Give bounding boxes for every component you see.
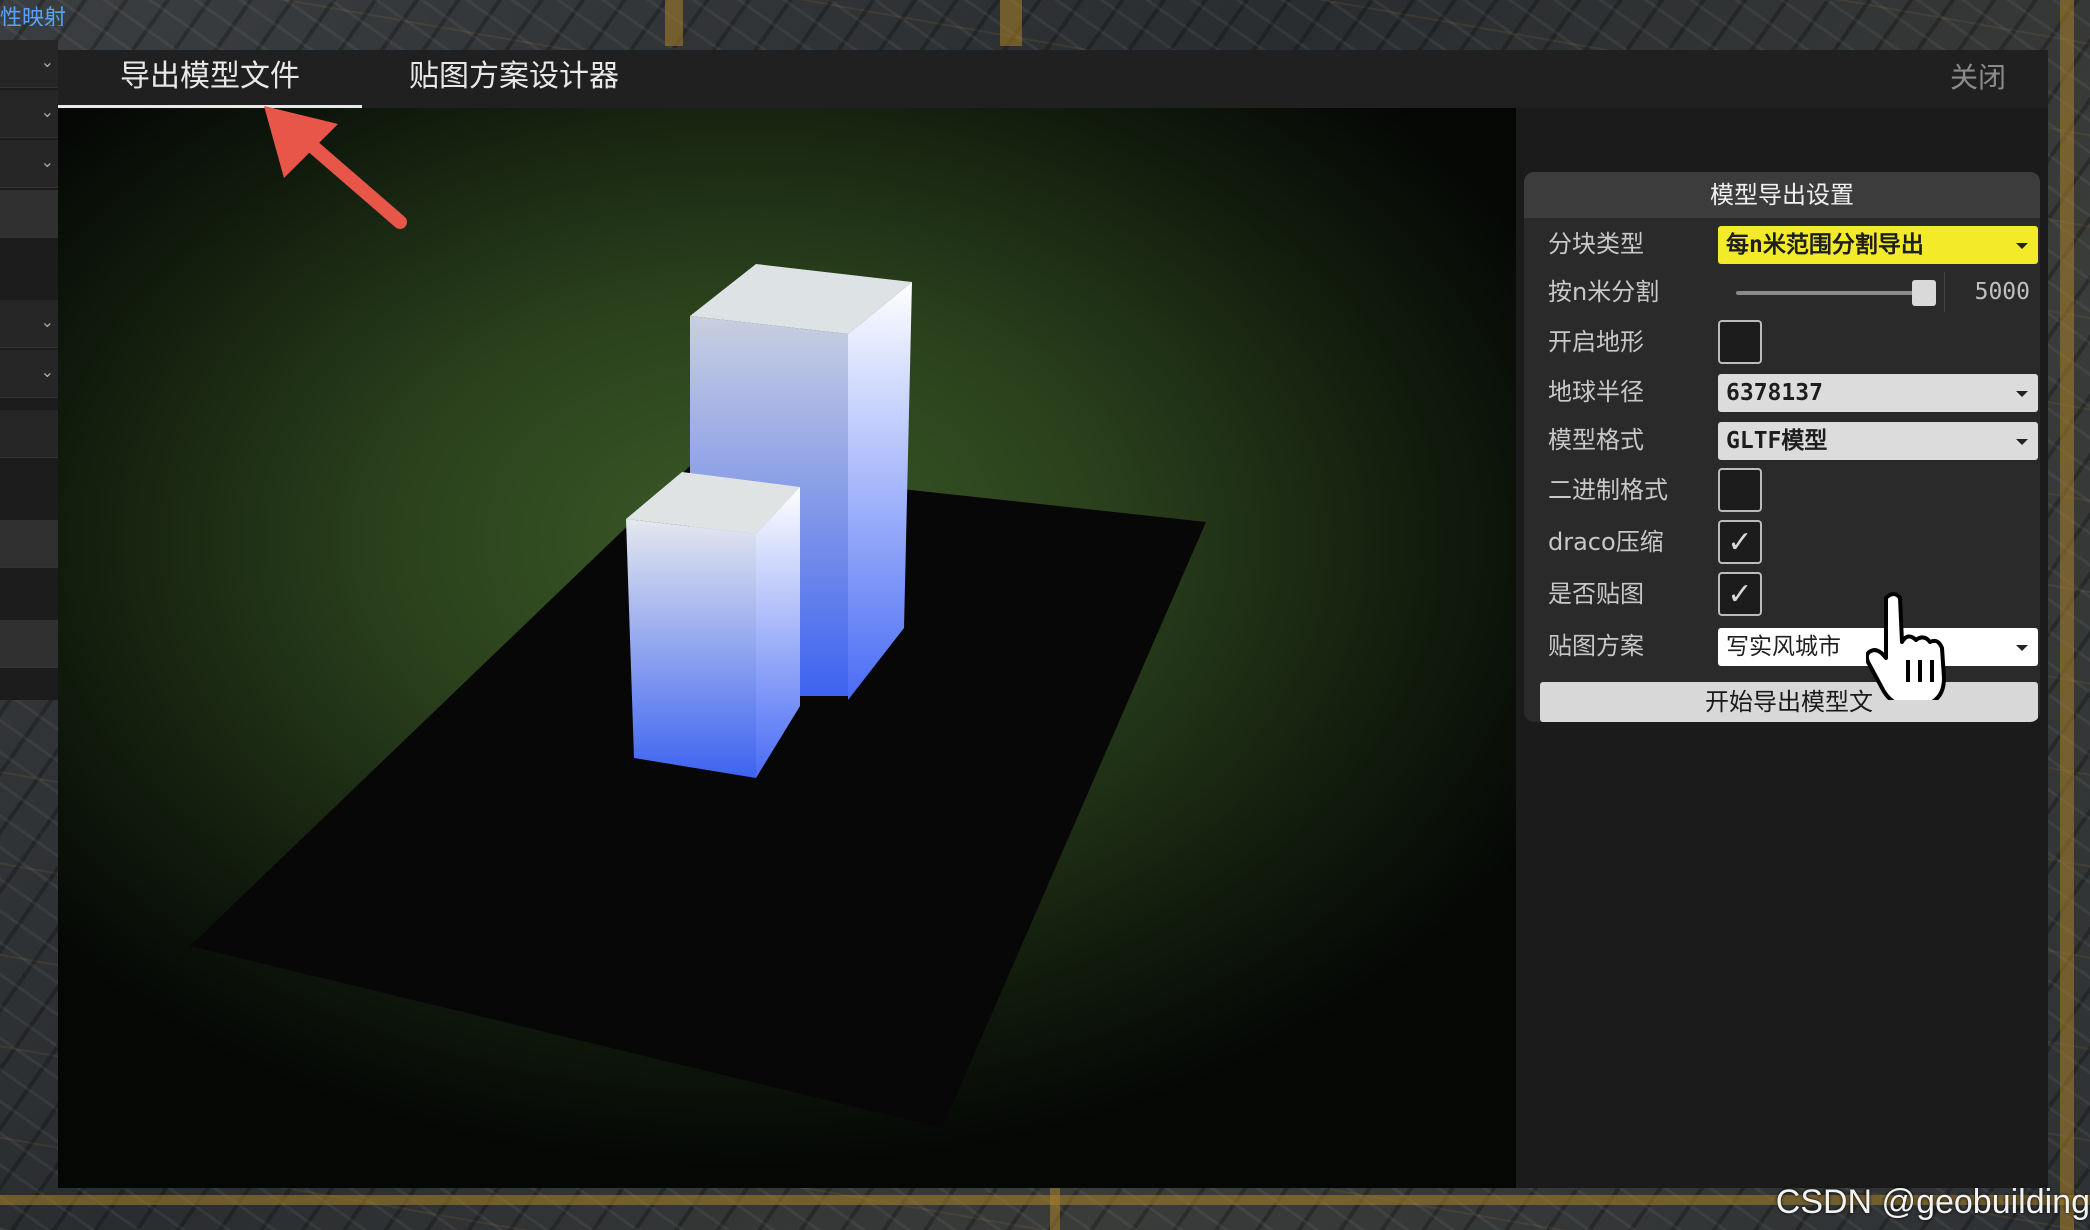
left-panel-row[interactable]: ⌄ — [0, 90, 58, 138]
chevron-down-icon: ⌄ — [40, 102, 54, 121]
start-export-button[interactable]: 开始导出模型文 — [1540, 682, 2038, 722]
earth-radius-select[interactable]: 6378137 — [1718, 374, 2038, 412]
texture-scheme-row: 贴图方案 写实风城市 — [1524, 624, 2040, 668]
short-building — [626, 472, 800, 778]
panel-title: 模型导出设置 — [1524, 172, 2040, 218]
draco-row: draco压缩 ✓ — [1524, 520, 2040, 564]
binary-checkbox[interactable] — [1718, 468, 1762, 512]
close-button[interactable]: 关闭 — [1950, 50, 2006, 108]
left-panel-row[interactable] — [0, 520, 58, 568]
map-link[interactable]: 性映射 — [0, 0, 76, 26]
texture-checkbox[interactable]: ✓ — [1718, 572, 1762, 616]
model-format-value: GLTF模型 — [1726, 428, 1828, 454]
map-road — [1000, 0, 1022, 46]
earth-radius-label: 地球半径 — [1548, 378, 1644, 406]
export-settings-panel: 模型导出设置 分块类型 每n米范围分割导出 按n米分割 5000 开启地形 地球… — [1524, 172, 2040, 722]
terrain-row: 开启地形 — [1524, 320, 2040, 364]
chevron-down-icon: ⌄ — [40, 52, 54, 71]
chevron-down-icon: ⌄ — [40, 312, 54, 331]
caret-down-icon — [2016, 243, 2028, 249]
model-format-row: 模型格式 GLTF模型 — [1524, 418, 2040, 462]
texture-scheme-label: 贴图方案 — [1548, 632, 1644, 660]
map-road — [1050, 1188, 1060, 1230]
tab-bar: 导出模型文件 贴图方案设计器 关闭 — [58, 50, 2048, 108]
split-meters-slider-track[interactable] — [1736, 291, 1926, 295]
map-road — [2060, 0, 2074, 1230]
left-side-panel: ⌄ ⌄ ⌄ ⌄ ⌄ 型) — [0, 40, 58, 700]
caret-down-icon — [2016, 645, 2028, 651]
earth-radius-value: 6378137 — [1726, 380, 1823, 406]
texture-row: 是否贴图 ✓ — [1524, 572, 2040, 616]
binary-label: 二进制格式 — [1548, 476, 1668, 504]
caret-down-icon — [2016, 439, 2028, 445]
model-format-label: 模型格式 — [1548, 426, 1644, 454]
3d-scene — [190, 264, 1206, 1128]
earth-radius-row: 地球半径 6378137 — [1524, 370, 2040, 414]
binary-row: 二进制格式 — [1524, 468, 2040, 512]
split-type-value: 每n米范围分割导出 — [1726, 232, 1924, 258]
hand-pointer-icon — [1866, 592, 1946, 700]
tab-texture-designer[interactable]: 贴图方案设计器 — [396, 50, 632, 108]
terrain-label: 开启地形 — [1548, 328, 1644, 356]
split-type-row: 分块类型 每n米范围分割导出 — [1524, 222, 2040, 266]
left-panel-row[interactable] — [0, 620, 58, 668]
arrow-icon — [264, 106, 407, 229]
split-type-select[interactable]: 每n米范围分割导出 — [1718, 226, 2038, 264]
split-type-label: 分块类型 — [1548, 230, 1644, 258]
chevron-down-icon: ⌄ — [40, 152, 54, 171]
left-panel-row[interactable]: ⌄ — [0, 300, 58, 348]
check-icon: ✓ — [1727, 525, 1753, 560]
texture-label: 是否贴图 — [1548, 580, 1644, 608]
split-meters-row: 按n米分割 5000 — [1524, 270, 2040, 314]
left-panel-row[interactable] — [0, 410, 58, 458]
short-building-front — [626, 519, 756, 778]
split-meters-value[interactable]: 5000 — [1944, 272, 2038, 312]
texture-scheme-value: 写实风城市 — [1726, 634, 1841, 660]
left-panel-row[interactable] — [0, 190, 58, 238]
left-panel-row[interactable]: ⌄ — [0, 350, 58, 398]
tab-export-model[interactable]: 导出模型文件 — [58, 50, 362, 108]
3d-viewport[interactable] — [58, 108, 1516, 1188]
left-panel-row[interactable]: ⌄ — [0, 40, 58, 88]
map-road — [665, 0, 683, 46]
terrain-checkbox[interactable] — [1718, 320, 1762, 364]
check-icon: ✓ — [1727, 577, 1753, 612]
chevron-down-icon: ⌄ — [40, 362, 54, 381]
draco-checkbox[interactable]: ✓ — [1718, 520, 1762, 564]
caret-down-icon — [2016, 391, 2028, 397]
watermark: CSDN @geobuilding — [1775, 1183, 2090, 1221]
settings-area: 模型导出设置 分块类型 每n米范围分割导出 按n米分割 5000 开启地形 地球… — [1516, 108, 2048, 1188]
draco-label: draco压缩 — [1548, 528, 1664, 556]
split-meters-label: 按n米分割 — [1548, 278, 1660, 306]
model-format-select[interactable]: GLTF模型 — [1718, 422, 2038, 460]
split-meters-slider-handle[interactable] — [1912, 280, 1936, 306]
left-panel-row[interactable]: ⌄ — [0, 140, 58, 188]
